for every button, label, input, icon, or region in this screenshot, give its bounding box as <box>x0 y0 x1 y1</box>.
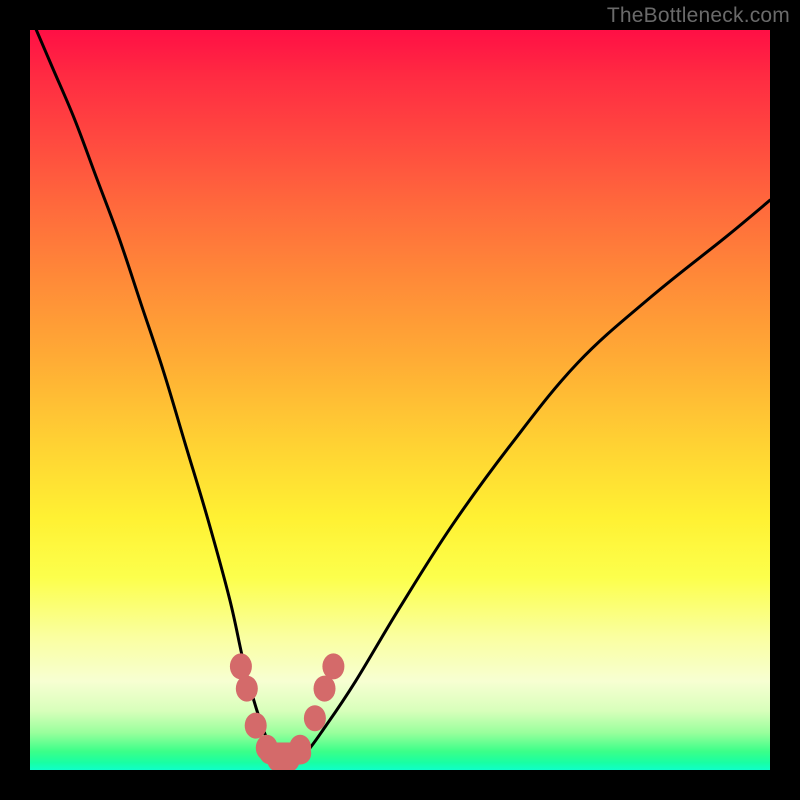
threshold-dot <box>230 653 252 679</box>
chart-stage: TheBottleneck.com <box>0 0 800 800</box>
threshold-dot <box>322 653 344 679</box>
threshold-markers <box>230 653 345 770</box>
threshold-capsule <box>259 743 311 765</box>
threshold-dot <box>236 676 258 702</box>
watermark-text: TheBottleneck.com <box>607 4 790 28</box>
threshold-dot <box>245 713 267 739</box>
chart-svg <box>30 30 770 770</box>
threshold-dot <box>314 676 336 702</box>
threshold-dot <box>304 705 326 731</box>
curve-right-branch <box>285 200 770 766</box>
plot-area <box>30 30 770 770</box>
